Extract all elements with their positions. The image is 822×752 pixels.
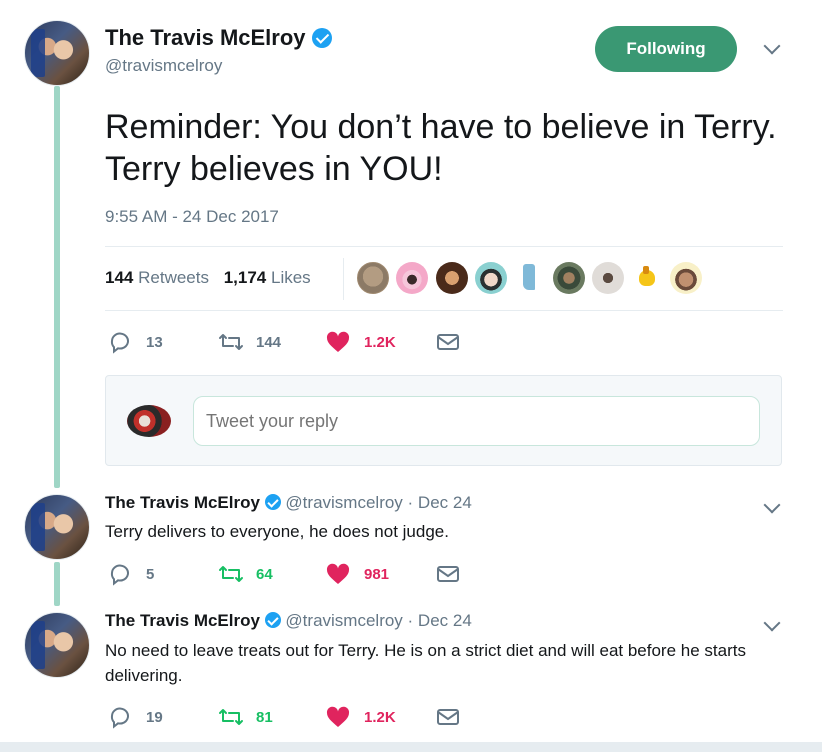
divider — [105, 310, 783, 311]
tweet-actions: 19 81 1.2K — [108, 705, 460, 729]
reply-count: 5 — [146, 565, 155, 583]
liker-avatar[interactable] — [631, 262, 663, 294]
following-button[interactable]: Following — [595, 26, 737, 72]
tweet-text: Reminder: You don’t have to believe in T… — [105, 108, 777, 188]
reply-icon — [110, 707, 129, 729]
divider — [105, 246, 783, 247]
retweet-count: 81 — [256, 708, 273, 726]
tweet-stats: 144 Retweets 1,174 Likes — [105, 268, 311, 288]
retweet-action[interactable]: 81 — [218, 705, 326, 729]
liker-avatar[interactable] — [357, 262, 389, 294]
tweet-date[interactable]: · Dec 24 — [408, 493, 472, 512]
tweet-text: No need to leave treats out for Terry. H… — [105, 641, 746, 685]
author-name[interactable]: The Travis McElroy — [105, 611, 260, 630]
liker-avatar[interactable] — [592, 262, 624, 294]
tweet-text: Terry delivers to everyone, he does not … — [105, 522, 449, 541]
user-avatar — [127, 405, 171, 437]
retweets-count: 144 — [105, 268, 134, 287]
likes-label: Likes — [271, 268, 311, 287]
reply-header: The Travis McElroy @travismcelroy · Dec … — [105, 611, 472, 631]
verified-badge-icon — [311, 28, 332, 48]
retweet-icon — [219, 709, 243, 725]
like-action[interactable]: 1.2K — [326, 706, 436, 728]
reply-box — [105, 375, 782, 466]
reply-icon — [110, 332, 129, 354]
author-handle[interactable]: @travismcelroy — [285, 611, 402, 630]
reply-action[interactable]: 13 — [108, 330, 218, 354]
direct-message-action[interactable] — [436, 332, 460, 352]
liker-avatar[interactable] — [436, 262, 468, 294]
reply-icon — [110, 564, 129, 586]
like-count: 1.2K — [364, 708, 396, 726]
chevron-down-icon[interactable] — [763, 496, 781, 514]
retweet-count: 64 — [256, 565, 273, 583]
author-handle[interactable]: @travismcelroy — [105, 56, 222, 76]
reply-input[interactable] — [193, 396, 760, 446]
retweets-label: Retweets — [138, 268, 209, 287]
tweet-actions: 5 64 981 — [108, 562, 460, 586]
retweet-icon — [219, 334, 243, 350]
reply-count: 13 — [146, 333, 163, 351]
chevron-down-icon[interactable] — [763, 614, 781, 632]
retweets-stat[interactable]: 144 Retweets — [105, 268, 209, 287]
heart-icon — [326, 331, 350, 352]
tweet-actions: 13 144 1.2K — [108, 330, 460, 354]
like-action[interactable]: 1.2K — [326, 331, 436, 353]
author-avatar[interactable] — [24, 494, 90, 560]
envelope-icon — [437, 334, 459, 350]
liker-avatar[interactable] — [670, 262, 702, 294]
author-handle[interactable]: @travismcelroy — [285, 493, 402, 512]
envelope-icon — [437, 566, 459, 582]
direct-message-action[interactable] — [436, 564, 460, 584]
retweet-icon — [219, 566, 243, 582]
stats-divider — [343, 258, 344, 300]
heart-icon — [326, 563, 350, 584]
liker-avatar[interactable] — [475, 262, 507, 294]
liker-avatar[interactable] — [396, 262, 428, 294]
likes-count: 1,174 — [223, 268, 267, 287]
heart-icon — [326, 706, 350, 727]
thread-line — [54, 562, 60, 606]
tweet-timestamp[interactable]: 9:55 AM - 24 Dec 2017 — [105, 207, 279, 227]
liker-avatar[interactable] — [553, 262, 585, 294]
retweet-action[interactable]: 64 — [218, 562, 326, 586]
retweet-count: 144 — [256, 333, 282, 351]
likes-stat[interactable]: 1,174 Likes — [224, 268, 311, 287]
verified-badge-icon — [264, 494, 281, 510]
retweet-action[interactable]: 144 — [218, 330, 326, 354]
bottom-divider — [0, 742, 822, 752]
liker-avatar[interactable] — [514, 262, 546, 294]
author-avatar[interactable] — [24, 20, 90, 86]
like-count: 981 — [364, 565, 390, 583]
thread-line — [54, 86, 60, 488]
author-name[interactable]: The Travis McElroy — [105, 493, 260, 512]
chevron-down-icon[interactable] — [763, 37, 781, 55]
reply-action[interactable]: 19 — [108, 705, 218, 729]
author-name[interactable]: The Travis McElroy — [105, 25, 306, 50]
like-action[interactable]: 981 — [326, 563, 436, 585]
reply-count: 19 — [146, 708, 163, 726]
reply-action[interactable]: 5 — [108, 562, 218, 586]
direct-message-action[interactable] — [436, 707, 460, 727]
like-count: 1.2K — [364, 333, 396, 351]
envelope-icon — [437, 709, 459, 725]
author-avatar[interactable] — [24, 612, 90, 678]
author-name-row[interactable]: The Travis McElroy — [105, 25, 332, 51]
tweet-date[interactable]: · Dec 24 — [408, 611, 472, 630]
reply-header: The Travis McElroy @travismcelroy · Dec … — [105, 493, 472, 513]
verified-badge-icon — [264, 612, 281, 628]
